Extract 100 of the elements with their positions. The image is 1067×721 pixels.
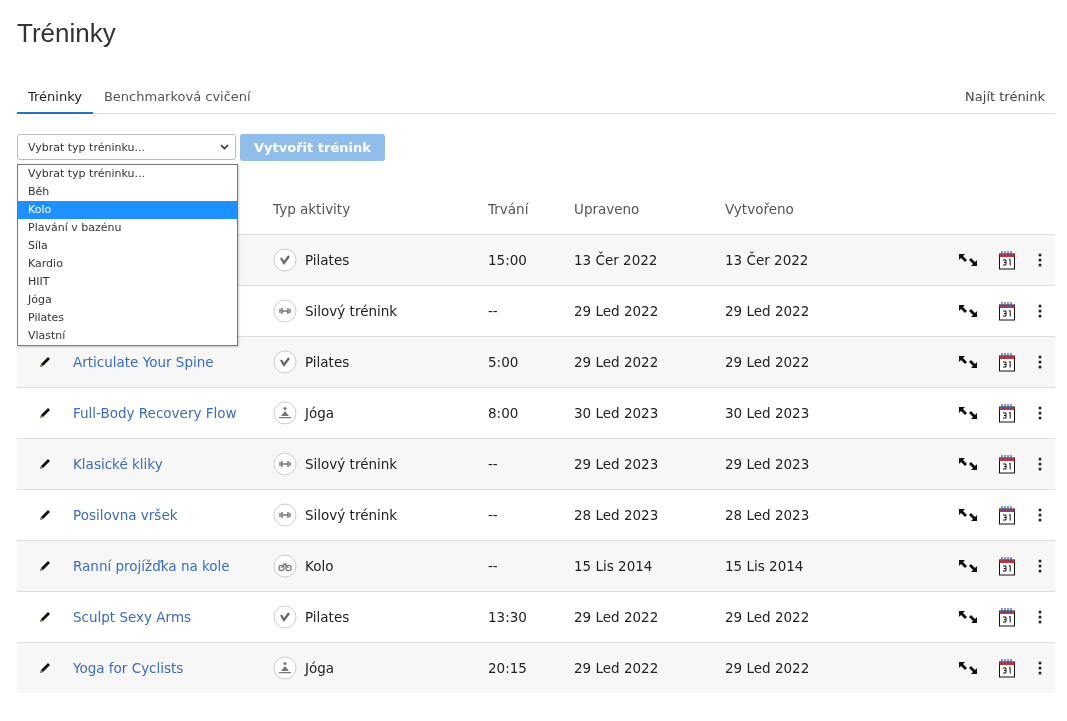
- check-figure-icon: [273, 248, 297, 272]
- calendar-icon[interactable]: [997, 403, 1016, 423]
- dumbbell-icon: [273, 299, 297, 323]
- dropdown-option[interactable]: Běh: [18, 183, 237, 201]
- created-date: 28 Led 2023: [725, 507, 811, 523]
- diagonal-arrows-icon[interactable]: [957, 457, 978, 471]
- page-title: Tréninky: [17, 18, 117, 49]
- pencil-icon[interactable]: [38, 457, 52, 471]
- pencil-icon[interactable]: [38, 559, 52, 573]
- duration: --: [488, 303, 499, 319]
- modified-date: 29 Led 2022: [574, 303, 660, 319]
- activity-type: Silový trénink: [305, 456, 398, 472]
- duration: 8:00: [488, 405, 520, 421]
- more-icon[interactable]: [1038, 610, 1042, 624]
- calendar-icon[interactable]: [997, 301, 1016, 321]
- activity-type: Jóga: [305, 405, 335, 421]
- created-date: 29 Led 2022: [725, 354, 811, 370]
- activity-type: Kolo: [305, 558, 334, 574]
- dropdown-option[interactable]: Vlastní: [18, 327, 237, 345]
- column-header: Typ aktivity: [273, 201, 352, 217]
- calendar-icon[interactable]: [997, 250, 1016, 270]
- more-icon[interactable]: [1038, 355, 1042, 369]
- dropdown-option[interactable]: Vybrat typ tréninku...: [18, 165, 237, 183]
- pencil-icon[interactable]: [38, 610, 52, 624]
- workout-name-link[interactable]: Full-Body Recovery Flow: [73, 405, 237, 421]
- modified-date: 13 Čer 2022: [574, 252, 659, 268]
- dropdown-option[interactable]: Plavání v bazénu: [18, 219, 237, 237]
- diagonal-arrows-icon[interactable]: [957, 406, 978, 420]
- dropdown-option[interactable]: Pilates: [18, 309, 237, 327]
- more-icon[interactable]: [1038, 559, 1042, 573]
- duration: --: [488, 456, 499, 472]
- created-date: 29 Led 2022: [725, 303, 811, 319]
- modified-date: 15 Lis 2014: [574, 558, 654, 574]
- calendar-icon[interactable]: [997, 607, 1016, 627]
- duration: 15:00: [488, 252, 528, 268]
- workout-name-link[interactable]: Ranní projížďka na kole: [73, 558, 230, 574]
- find-workout-link[interactable]: Najít trénink: [965, 89, 1055, 113]
- diagonal-arrows-icon[interactable]: [957, 610, 978, 624]
- calendar-icon[interactable]: [997, 658, 1016, 678]
- workout-name-link[interactable]: Klasické kliky: [73, 456, 163, 472]
- dumbbell-icon: [273, 452, 297, 476]
- duration: --: [488, 507, 499, 523]
- pencil-icon[interactable]: [38, 508, 52, 522]
- duration: 13:30: [488, 609, 528, 625]
- more-icon[interactable]: [1038, 406, 1042, 420]
- diagonal-arrows-icon[interactable]: [957, 304, 978, 318]
- more-icon[interactable]: [1038, 304, 1042, 318]
- dropdown-option[interactable]: Jóga: [18, 291, 237, 309]
- column-header: Upraveno: [574, 201, 641, 217]
- created-date: 15 Lis 2014: [725, 558, 805, 574]
- calendar-icon[interactable]: [997, 556, 1016, 576]
- workout-name-link[interactable]: Posilovna vršek: [73, 507, 178, 523]
- created-date: 13 Čer 2022: [725, 252, 810, 268]
- created-date: 29 Led 2022: [725, 609, 811, 625]
- meditation-icon: [273, 656, 297, 680]
- activity-type: Pilates: [305, 354, 350, 370]
- calendar-icon[interactable]: [997, 505, 1016, 525]
- created-date: 29 Led 2022: [725, 660, 811, 676]
- duration: 5:00: [488, 354, 520, 370]
- calendar-icon[interactable]: [997, 454, 1016, 474]
- workout-name-link[interactable]: Sculpt Sexy Arms: [73, 609, 192, 625]
- more-icon[interactable]: [1038, 661, 1042, 675]
- dropdown-option[interactable]: HIIT: [18, 273, 237, 291]
- workout-name-link[interactable]: Articulate Your Spine: [73, 354, 214, 370]
- modified-date: 28 Led 2023: [574, 507, 660, 523]
- workout-type-select[interactable]: Vybrat typ tréninku...: [17, 134, 236, 160]
- tab[interactable]: Benchmarková cvičení: [92, 89, 262, 114]
- activity-type: Silový trénink: [305, 303, 398, 319]
- created-date: 30 Led 2023: [725, 405, 811, 421]
- duration: 20:15: [488, 660, 528, 676]
- dropdown-option[interactable]: Kardio: [18, 255, 237, 273]
- activity-type: Silový trénink: [305, 507, 398, 523]
- workout-name-link[interactable]: Yoga for Cyclists: [73, 660, 184, 676]
- modified-date: 29 Led 2022: [574, 354, 660, 370]
- diagonal-arrows-icon[interactable]: [957, 253, 978, 267]
- check-figure-icon: [273, 350, 297, 374]
- bicycle-icon: [273, 554, 297, 578]
- diagonal-arrows-icon[interactable]: [957, 661, 978, 675]
- activity-type: Jóga: [305, 660, 335, 676]
- pencil-icon[interactable]: [38, 355, 52, 369]
- meditation-icon: [273, 401, 297, 425]
- diagonal-arrows-icon[interactable]: [957, 508, 978, 522]
- dropdown-option[interactable]: Síla: [18, 237, 237, 255]
- calendar-icon[interactable]: [997, 352, 1016, 372]
- pencil-icon[interactable]: [38, 661, 52, 675]
- more-icon[interactable]: [1038, 457, 1042, 471]
- duration: --: [488, 558, 499, 574]
- diagonal-arrows-icon[interactable]: [957, 559, 978, 573]
- pencil-icon[interactable]: [38, 406, 52, 420]
- dumbbell-icon: [273, 503, 297, 527]
- tab[interactable]: Tréninky: [17, 89, 93, 114]
- chevron-down-icon: [220, 144, 229, 150]
- more-icon[interactable]: [1038, 253, 1042, 267]
- modified-date: 29 Led 2023: [574, 456, 660, 472]
- modified-date: 30 Led 2023: [574, 405, 660, 421]
- diagonal-arrows-icon[interactable]: [957, 355, 978, 369]
- activity-type: Pilates: [305, 609, 350, 625]
- more-icon[interactable]: [1038, 508, 1042, 522]
- modified-date: 29 Led 2022: [574, 609, 660, 625]
- check-figure-icon: [273, 605, 297, 629]
